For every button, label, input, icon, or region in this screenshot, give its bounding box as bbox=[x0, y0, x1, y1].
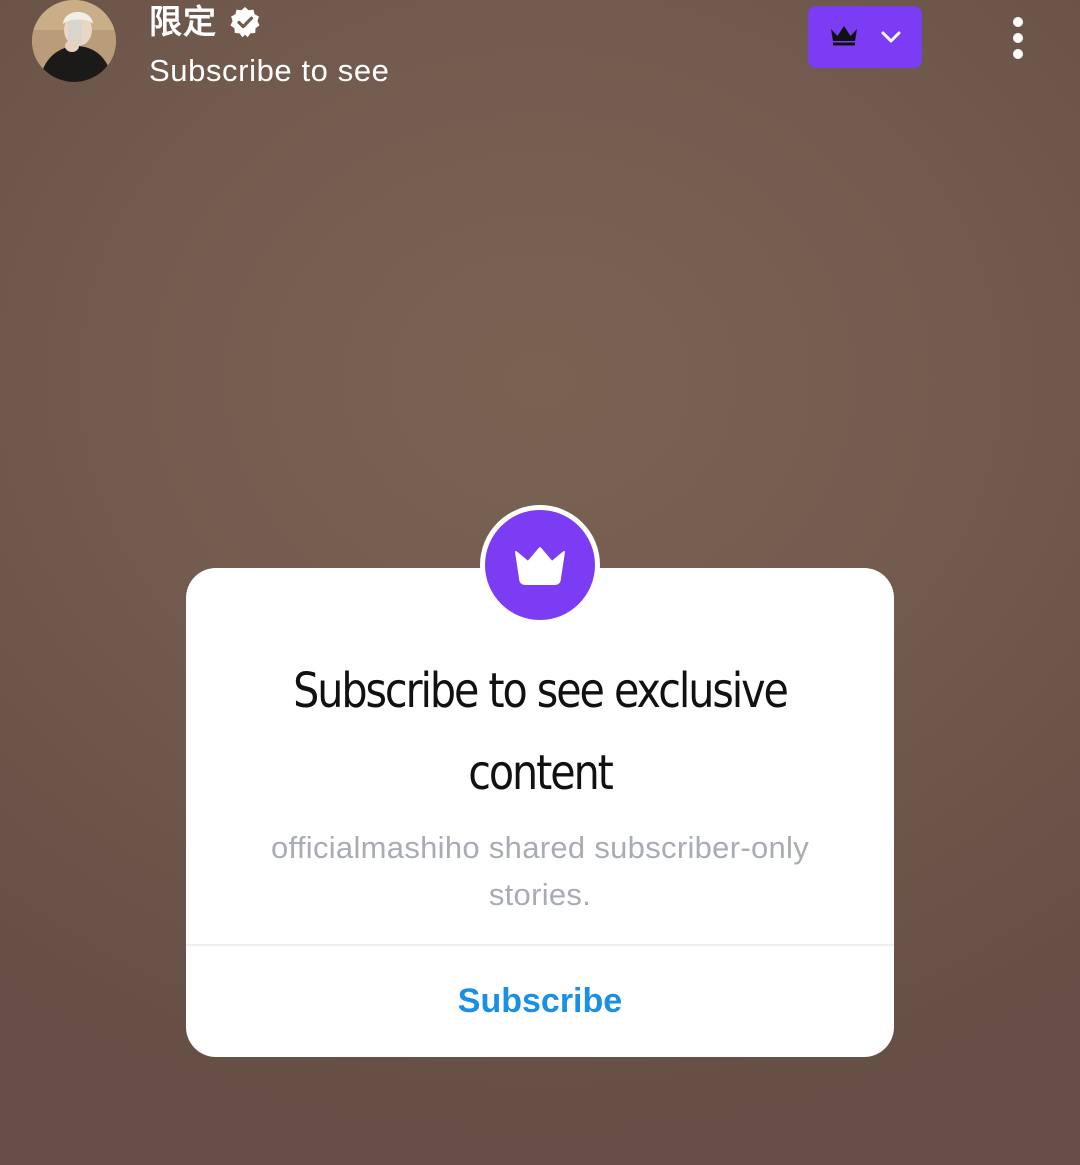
story-subtitle: Subscribe to see bbox=[149, 53, 390, 88]
subscription-dropdown-button[interactable] bbox=[808, 6, 922, 68]
subscriber-only-card: Subscribe to see exclusive content offic… bbox=[186, 568, 894, 1057]
verified-badge-icon bbox=[229, 6, 261, 38]
card-title: Subscribe to see exclusive content bbox=[293, 663, 789, 801]
crown-icon bbox=[829, 24, 859, 50]
avatar[interactable] bbox=[32, 0, 116, 82]
crown-badge-circle bbox=[485, 510, 595, 620]
username[interactable]: 限定 bbox=[149, 4, 217, 40]
chevron-down-icon bbox=[881, 28, 901, 47]
more-options-button[interactable] bbox=[998, 12, 1038, 64]
crown-badge bbox=[480, 505, 600, 625]
more-vertical-icon bbox=[1013, 17, 1023, 59]
card-description: officialmashiho shared subscriber-only s… bbox=[270, 830, 810, 912]
subscribe-button[interactable]: Subscribe bbox=[186, 946, 894, 1057]
username-row[interactable]: 限定 bbox=[149, 2, 261, 42]
crown-icon bbox=[515, 547, 565, 585]
